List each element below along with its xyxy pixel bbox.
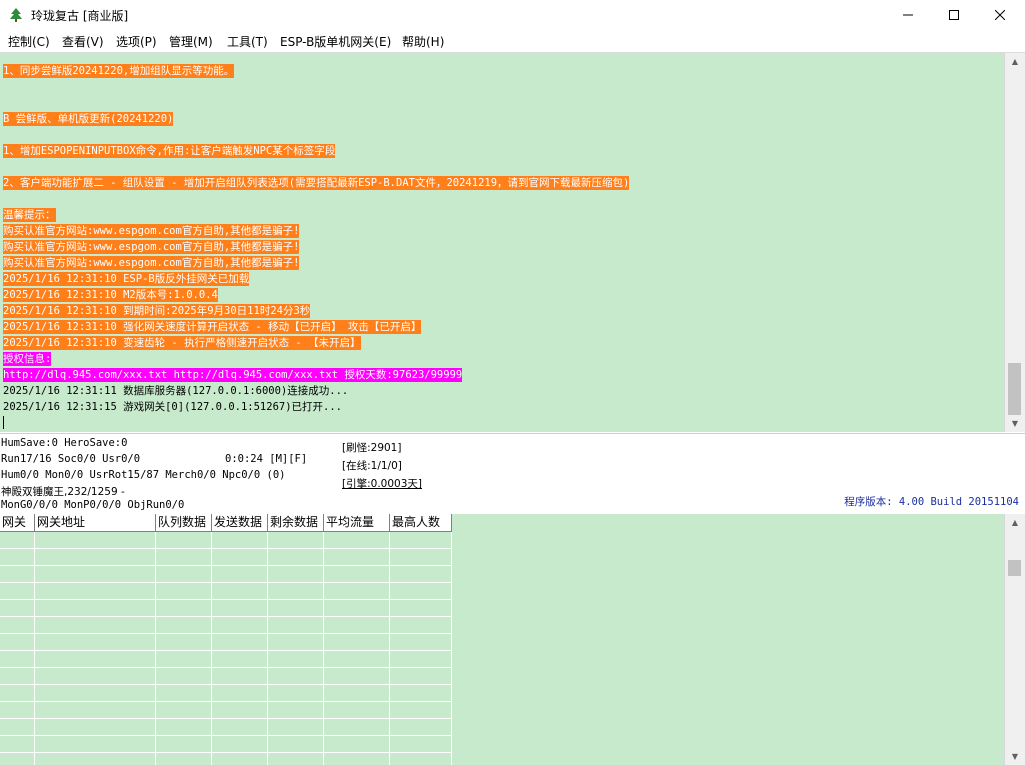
gateway-grid-area: 网关 网关地址 队列数据 发送数据 剩余数据 平均流量 最高人数 [0, 514, 1005, 765]
column-header-queue[interactable]: 队列数据 [156, 514, 212, 531]
column-divider [323, 514, 324, 765]
log-output[interactable]: 1、同步尝鲜版20241220,增加组队显示等功能。 B 尝鲜版、单机版更新(2… [0, 53, 1005, 432]
maximize-button[interactable] [931, 0, 977, 30]
close-button[interactable] [977, 0, 1023, 30]
minimize-icon [903, 14, 913, 16]
run-status: Run17/16 Soc0/0 Usr0/0 [1, 453, 141, 465]
scroll-down-arrow-icon[interactable]: ▼ [1005, 415, 1025, 432]
column-header-gateway[interactable]: 网关 [0, 514, 35, 531]
app-window: 玲珑复古 [商业版] 控制(C) 查看(V) 选项(P) 管理(M) 工具(T)… [0, 0, 1025, 765]
log-scroll-thumb[interactable] [1008, 363, 1021, 415]
column-divider [155, 514, 156, 765]
column-header-avg-traffic[interactable]: 平均流量 [324, 514, 390, 531]
menu-options[interactable]: 选项(P) [116, 33, 157, 50]
menu-view[interactable]: 查看(V) [62, 33, 104, 50]
log-line: 温馨提示： [3, 208, 56, 222]
minimize-button[interactable] [885, 0, 931, 30]
column-divider [389, 514, 390, 765]
log-line: 2025/1/16 12:31:10 强化网关速度计算开启状态 - 移动【已开启… [3, 320, 422, 334]
log-line: 2025/1/16 12:31:10 M2版本号:1.0.0.4 [3, 288, 218, 302]
hum-save-status: HumSave:0 HeroSave:0 [1, 437, 128, 449]
column-divider [267, 514, 268, 765]
log-line: 2025/1/16 12:31:10 到期时间:2025年9月30日11时24分… [3, 304, 311, 318]
log-scrollbar[interactable]: ▲ ▼ [1004, 53, 1025, 432]
column-divider [34, 514, 35, 765]
log-line: 2025/1/16 12:31:11 数据库服务器(127.0.0.1:6000… [3, 385, 349, 397]
column-divider [211, 514, 212, 765]
log-line: 购买认准官方网站:www.espgom.com官方自助,其他都是骗子! [3, 224, 300, 238]
log-line: 2025/1/16 12:31:10 ESP-B版反外挂网关已加载 [3, 272, 250, 286]
gateway-table-header: 网关 网关地址 队列数据 发送数据 剩余数据 平均流量 最高人数 [0, 514, 452, 532]
log-line: 2、客户端功能扩展二 - 组队设置 - 增加开启组队列表选项(需要搭配最新ESP… [3, 176, 630, 190]
program-version: 程序版本: 4.00 Build 20151104 [844, 496, 1019, 508]
log-line: 1、增加ESPOPENINPUTBOX命令,作用:让客户端触发NPC某个标签字段 [3, 144, 336, 158]
text-caret [3, 416, 4, 429]
log-line: 购买认准官方网站:www.espgom.com官方自助,其他都是骗子! [3, 256, 300, 270]
menu-bar: 控制(C) 查看(V) 选项(P) 管理(M) 工具(T) ESP-B版单机网关… [0, 30, 1025, 53]
title-bar[interactable]: 玲珑复古 [商业版] [0, 0, 1025, 30]
menu-control[interactable]: 控制(C) [8, 33, 50, 50]
menu-manage[interactable]: 管理(M) [169, 33, 213, 50]
column-header-remaining[interactable]: 剩余数据 [268, 514, 324, 531]
log-line: 1、同步尝鲜版20241220,增加组队显示等功能。 [3, 64, 235, 78]
refresh-monster-count: [刷怪:2901] [342, 442, 402, 454]
menu-help[interactable]: 帮助(H) [402, 33, 444, 50]
gateway-table[interactable]: 网关 网关地址 队列数据 发送数据 剩余数据 平均流量 最高人数 [0, 514, 452, 765]
uptime-status: 0:0:24 [M][F] [225, 453, 308, 465]
scroll-up-arrow-icon[interactable]: ▲ [1005, 53, 1025, 70]
log-line: 授权信息: [3, 352, 52, 366]
column-header-sent[interactable]: 发送数据 [212, 514, 268, 531]
log-line: 2025/1/16 12:31:15 游戏网关[0](127.0.0.1:512… [3, 401, 343, 413]
grid-scroll-thumb[interactable] [1008, 560, 1021, 576]
column-header-max-users[interactable]: 最高人数 [390, 514, 452, 531]
online-count: [在线:1/1/0] [342, 460, 402, 472]
monster-status: MonG0/0/0 MonP0/0/0 ObjRun0/0 [1, 499, 185, 511]
log-line: 2025/1/16 12:31:10 变速齿轮 - 执行严格侧速开启状态 - 【… [3, 336, 361, 350]
tree-app-icon [10, 8, 22, 22]
column-header-address[interactable]: 网关地址 [35, 514, 156, 531]
close-icon [995, 10, 1005, 20]
status-panel: HumSave:0 HeroSave:0 Run17/16 Soc0/0 Usr… [0, 433, 1025, 515]
log-line: B 尝鲜版、单机版更新(20241220) [3, 112, 174, 126]
scroll-up-arrow-icon[interactable]: ▲ [1005, 514, 1025, 531]
maximize-icon [949, 10, 959, 20]
column-divider [451, 514, 452, 765]
window-title: 玲珑复古 [商业版] [31, 9, 129, 23]
scroll-down-arrow-icon[interactable]: ▼ [1005, 748, 1025, 765]
grid-scrollbar[interactable]: ▲ ▼ [1004, 514, 1025, 765]
object-counts-status: Hum0/0 Mon0/0 UsrRot15/87 Merch0/0 Npc0/… [1, 469, 286, 481]
log-line: 购买认准官方网站:www.espgom.com官方自助,其他都是骗子! [3, 240, 300, 254]
log-line: http://dlq.945.com/xxx.txt http://dlq.94… [3, 368, 463, 382]
menu-esp-gateway[interactable]: ESP-B版单机网关(E) [280, 33, 391, 50]
menu-tools[interactable]: 工具(T) [227, 33, 268, 50]
boss-status: 神殿双锤魔王,232/1259 - [1, 486, 125, 498]
engine-remaining: [引擎:0.0003天] [342, 478, 422, 490]
gateway-table-body[interactable] [0, 532, 452, 765]
